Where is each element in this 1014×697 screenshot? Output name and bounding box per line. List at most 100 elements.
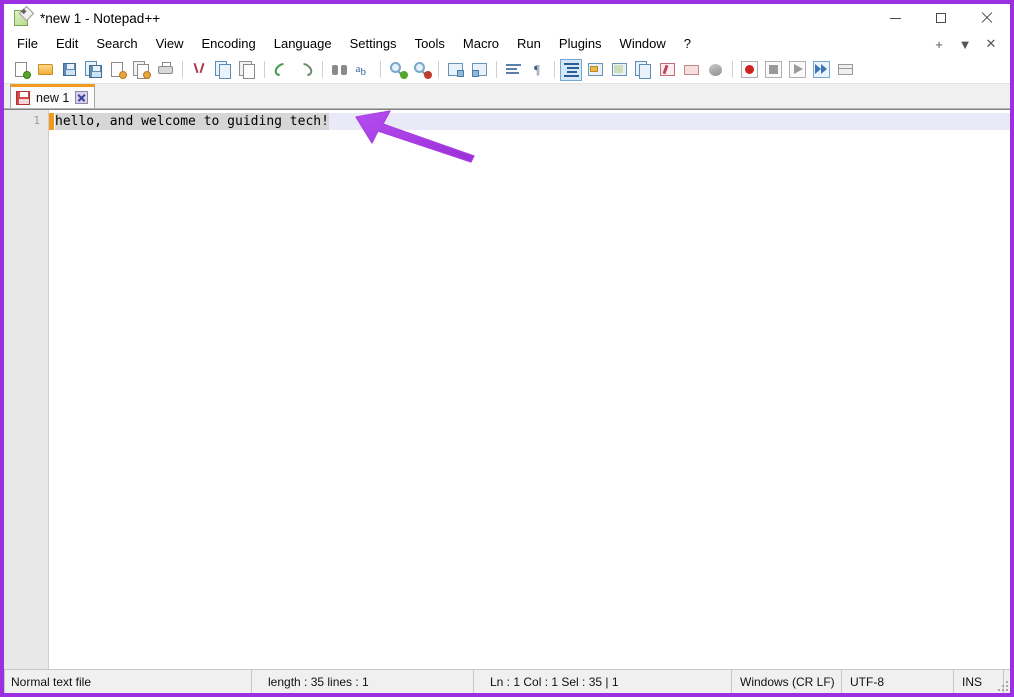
menu-tools[interactable]: Tools	[406, 33, 454, 55]
close-all-icon	[132, 61, 151, 79]
user-defined-dialog-icon	[587, 61, 604, 78]
status-encoding: UTF-8	[842, 669, 954, 694]
tab-bar: new 1	[4, 84, 1010, 109]
menu-edit[interactable]: Edit	[47, 33, 87, 55]
cut-button[interactable]	[188, 59, 210, 81]
toolbar-separator	[496, 61, 497, 78]
code-canvas[interactable]: hello, and welcome to guiding tech!	[55, 110, 1010, 669]
document-map-button[interactable]	[608, 59, 630, 81]
toolbar-separator	[322, 61, 323, 78]
title-bar: *new 1 - Notepad++	[4, 4, 1010, 32]
menu-plugins[interactable]: Plugins	[550, 33, 611, 55]
status-caret-position: Ln : 1 Col : 1 Sel : 35 | 1	[474, 669, 732, 694]
show-all-characters-button[interactable]: ¶	[526, 59, 548, 81]
replace-button[interactable]: a b	[352, 59, 374, 81]
tab-new-1[interactable]: new 1	[10, 84, 96, 108]
close-window-button[interactable]	[964, 4, 1010, 32]
new-file-button[interactable]	[10, 59, 32, 81]
sync-horizontal-scroll-button[interactable]	[468, 59, 490, 81]
code-line-1: hello, and welcome to guiding tech!	[55, 113, 329, 130]
print-icon	[157, 61, 174, 78]
save-all-button[interactable]	[82, 59, 104, 81]
close-file-icon	[109, 61, 127, 79]
save-all-icon	[84, 61, 102, 78]
menu-settings[interactable]: Settings	[341, 33, 406, 55]
menu-help[interactable]: ?	[675, 33, 700, 55]
stop-macro-icon	[764, 61, 782, 78]
function-list-button[interactable]	[632, 59, 654, 81]
print-button[interactable]	[154, 59, 176, 81]
copy-icon	[214, 61, 232, 79]
window-title: *new 1 - Notepad++	[40, 10, 161, 26]
maximize-button[interactable]	[918, 4, 964, 32]
menu-view[interactable]: View	[147, 33, 193, 55]
paste-icon	[238, 61, 256, 79]
toolbar-separator	[264, 61, 265, 78]
resize-grip-icon[interactable]	[996, 679, 1008, 691]
user-defined-dialog-button[interactable]	[584, 59, 606, 81]
find-button[interactable]	[328, 59, 350, 81]
close-tab-button[interactable]: ✕	[978, 33, 1004, 55]
menu-run[interactable]: Run	[508, 33, 550, 55]
tab-list-chevron-down-icon[interactable]: ▼	[952, 33, 978, 55]
copy-button[interactable]	[212, 59, 234, 81]
undo-button[interactable]	[270, 59, 292, 81]
close-file-button[interactable]	[106, 59, 128, 81]
tab-label: new 1	[36, 90, 70, 105]
monitoring-button[interactable]	[704, 59, 726, 81]
menu-encoding[interactable]: Encoding	[193, 33, 265, 55]
toolbar-separator	[182, 61, 183, 78]
open-file-button[interactable]	[34, 59, 56, 81]
document-switcher-button[interactable]	[656, 59, 678, 81]
replace-icon: a b	[355, 63, 367, 78]
folder-as-workspace-button[interactable]	[680, 59, 702, 81]
record-macro-icon	[740, 61, 758, 78]
add-tab-button[interactable]: +	[926, 33, 952, 55]
tab-close-icon[interactable]	[75, 91, 89, 104]
document-switcher-icon	[659, 61, 676, 78]
menu-window[interactable]: Window	[611, 33, 675, 55]
record-macro-button[interactable]	[738, 59, 760, 81]
save-macro-icon	[837, 61, 854, 78]
app-icon	[13, 5, 35, 28]
redo-button[interactable]	[294, 59, 316, 81]
sync-vertical-scroll-button[interactable]	[444, 59, 466, 81]
paste-button[interactable]	[236, 59, 258, 81]
toolbar: a b ¶	[4, 56, 1010, 84]
play-macro-icon	[788, 61, 806, 78]
zoom-out-button[interactable]	[410, 59, 432, 81]
minimize-button[interactable]	[872, 4, 918, 32]
editor-area[interactable]: 1 hello, and welcome to guiding tech!	[4, 109, 1010, 669]
save-macro-button[interactable]	[834, 59, 856, 81]
menu-file[interactable]: File	[8, 33, 47, 55]
status-bar: Normal text file length : 35 lines : 1 L…	[4, 669, 1010, 694]
zoom-in-button[interactable]	[386, 59, 408, 81]
stop-macro-button[interactable]	[762, 59, 784, 81]
sync-horizontal-scroll-icon	[471, 61, 488, 78]
menu-bar: File Edit Search View Encoding Language …	[4, 32, 1010, 56]
zoom-in-icon	[389, 61, 408, 79]
indent-guideline-icon	[563, 61, 580, 78]
line-number-gutter: 1	[4, 110, 49, 669]
line-number: 1	[33, 114, 40, 127]
function-list-icon	[634, 61, 652, 79]
zoom-out-icon	[413, 61, 432, 79]
open-file-icon	[37, 61, 54, 78]
word-wrap-button[interactable]	[502, 59, 524, 81]
run-macro-multiple-button[interactable]	[810, 59, 832, 81]
status-file-type: Normal text file	[4, 669, 252, 694]
toolbar-separator	[732, 61, 733, 78]
unsaved-change-marker	[49, 113, 54, 130]
find-icon	[331, 61, 348, 78]
menu-search[interactable]: Search	[87, 33, 146, 55]
close-all-button[interactable]	[130, 59, 152, 81]
unsaved-document-icon	[16, 90, 30, 105]
save-icon	[61, 61, 78, 78]
menu-language[interactable]: Language	[265, 33, 341, 55]
menu-macro[interactable]: Macro	[454, 33, 508, 55]
indent-guideline-button[interactable]	[560, 58, 582, 81]
save-button[interactable]	[58, 59, 80, 81]
play-macro-button[interactable]	[786, 59, 808, 81]
notepad-plus-plus-window: *new 1 - Notepad++ File Edit Search View…	[4, 4, 1010, 694]
folder-as-workspace-icon	[683, 61, 700, 78]
